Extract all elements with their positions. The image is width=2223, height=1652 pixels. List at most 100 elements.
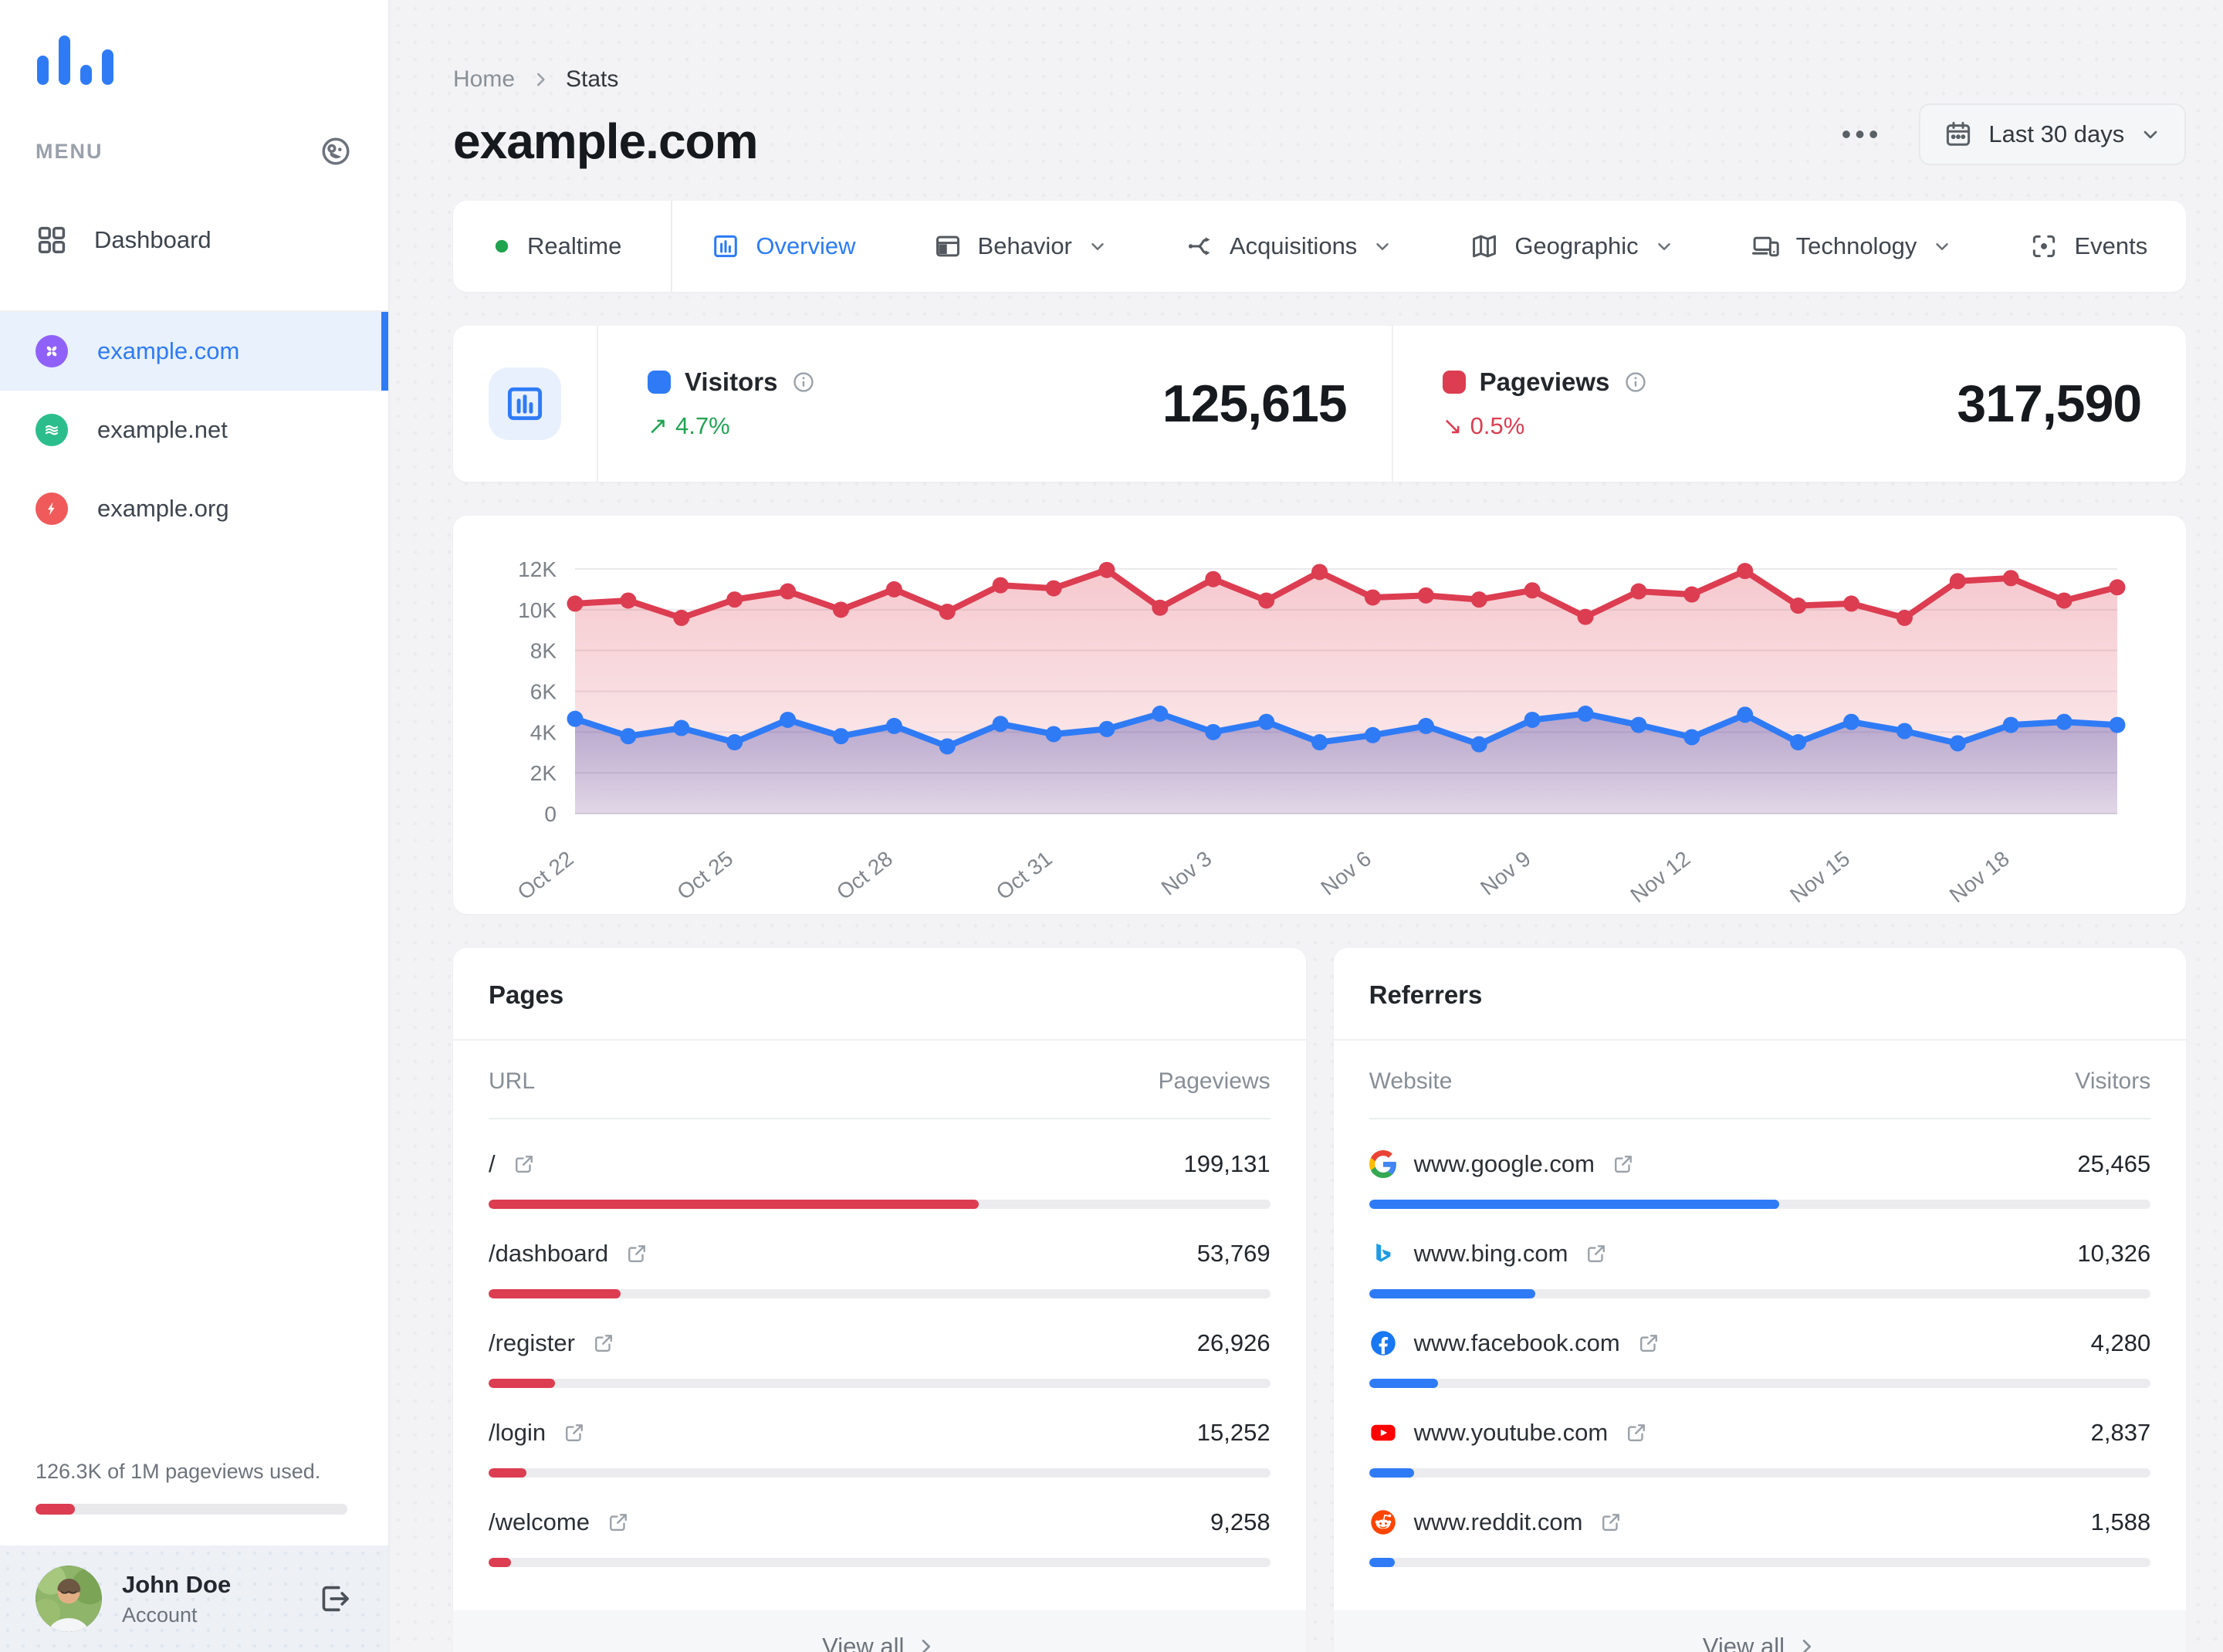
external-link-icon[interactable] xyxy=(1585,1242,1608,1265)
external-link-icon[interactable] xyxy=(592,1332,615,1355)
table-row: www.bing.com 10,326 xyxy=(1369,1209,2151,1298)
external-link-icon[interactable] xyxy=(1637,1332,1660,1355)
svg-text:Nov 18: Nov 18 xyxy=(1945,846,2014,907)
visitors-stat: Visitors ↗ 4.7% 125,615 xyxy=(598,367,1392,440)
reddit-favicon xyxy=(1369,1508,1397,1536)
usage-progressbar xyxy=(36,1504,347,1515)
pages-view-all-button[interactable]: View all xyxy=(453,1610,1306,1652)
trend-down-icon: ↘ xyxy=(1442,412,1463,439)
row-label: www.youtube.com xyxy=(1413,1419,1609,1446)
row-progressbar xyxy=(1369,1200,2151,1209)
row-label: /register xyxy=(489,1329,575,1356)
row-label: www.facebook.com xyxy=(1413,1329,1620,1356)
visitors-change: 4.7% xyxy=(675,412,730,439)
table-row: /login 15,252 xyxy=(489,1388,1271,1478)
svg-text:Nov 15: Nov 15 xyxy=(1785,846,1854,907)
sidebar-item-example.com[interactable]: example.com xyxy=(0,312,388,391)
referrers-view-all-button[interactable]: View all xyxy=(1333,1610,2187,1652)
row-label: / xyxy=(489,1150,496,1177)
info-icon[interactable] xyxy=(791,370,816,394)
usage-text: 126.3K of 1M pageviews used. xyxy=(36,1460,321,1483)
pages-card: Pages URL Pageviews / 199,131/dashboard 53… xyxy=(453,948,1306,1652)
bing-favicon xyxy=(1369,1241,1397,1267)
logout-icon[interactable] xyxy=(317,1581,353,1616)
waves-site-icon xyxy=(36,414,68,446)
external-link-icon[interactable] xyxy=(513,1153,536,1176)
pageviews-swatch xyxy=(1442,371,1466,394)
row-progressbar xyxy=(489,1289,1271,1298)
table-row: /dashboard 53,769 xyxy=(489,1209,1271,1298)
svg-text:Nov 3: Nov 3 xyxy=(1157,846,1216,899)
app-logo-icon[interactable] xyxy=(0,0,388,85)
tab-realtime[interactable]: Realtime xyxy=(453,201,673,292)
date-range-button[interactable]: Last 30 days xyxy=(1919,103,2187,165)
dot-icon xyxy=(492,236,512,256)
pages-col-pageviews: Pageviews xyxy=(1158,1068,1271,1094)
referrers-card: Referrers Website Visitors www.google.co… xyxy=(1333,948,2187,1652)
row-progressbar xyxy=(1369,1379,2151,1388)
tab-acquisitions[interactable]: Acquisitions xyxy=(1146,201,1431,292)
sidebar-item-dashboard[interactable]: Dashboard xyxy=(0,212,388,269)
youtube-favicon xyxy=(1369,1419,1397,1447)
row-progressbar xyxy=(489,1200,1271,1209)
external-link-icon[interactable] xyxy=(1625,1421,1648,1444)
sidebar-item-example.net[interactable]: example.net xyxy=(0,391,388,469)
row-value: 1,588 xyxy=(2090,1508,2151,1535)
external-link-icon[interactable] xyxy=(625,1242,648,1265)
tab-geographic[interactable]: Geographic xyxy=(1431,201,1712,292)
tab-label: Geographic xyxy=(1514,232,1639,259)
row-value: 9,258 xyxy=(1210,1508,1271,1535)
tab-label: Overview xyxy=(756,232,856,259)
row-label: www.google.com xyxy=(1413,1150,1595,1177)
info-icon[interactable] xyxy=(1623,370,1648,394)
view-all-label: View all xyxy=(1702,1633,1785,1652)
app-root: MENU Dashboard example.com example.net exa… xyxy=(0,0,2223,1652)
tab-events[interactable]: Events xyxy=(1991,201,2186,292)
tab-label: Events xyxy=(2074,232,2148,259)
more-options-button[interactable]: ••• xyxy=(1842,120,1883,148)
pages-card-title: Pages xyxy=(489,980,564,1009)
dashboard-label: Dashboard xyxy=(94,226,211,253)
pages-col-url: URL xyxy=(489,1068,536,1094)
chevron-down-icon xyxy=(2143,130,2157,139)
pageviews-stat: Pageviews ↘ 0.5% 317,590 xyxy=(1393,367,2187,440)
main-content: Home Stats example.com ••• Last 30 days xyxy=(390,0,2223,1652)
date-range-label: Last 30 days xyxy=(1988,120,2125,147)
tab-behavior[interactable]: Behavior xyxy=(895,201,1146,292)
external-link-icon[interactable] xyxy=(1599,1511,1622,1534)
tab-overview[interactable]: Overview xyxy=(672,201,894,292)
row-label: /welcome xyxy=(489,1508,590,1535)
row-value: 26,926 xyxy=(1196,1329,1271,1356)
table-row: /welcome 9,258 xyxy=(489,1478,1271,1567)
traffic-chart-card: 0 2K 4K 6K 8K 10K 12K Oct 22 Oct 25 Oct 28 Oct 31 N… xyxy=(453,516,2187,914)
tab-label: Realtime xyxy=(527,232,622,259)
table-row: /register 26,926 xyxy=(489,1298,1271,1388)
tab-technology[interactable]: Technology xyxy=(1713,201,1991,292)
svg-text:Nov 9: Nov 9 xyxy=(1476,846,1535,899)
svg-text:Oct 28: Oct 28 xyxy=(832,846,897,904)
table-row: www.reddit.com 1,588 xyxy=(1369,1478,2151,1567)
row-value: 2,837 xyxy=(2090,1419,2151,1446)
row-label: /dashboard xyxy=(489,1240,609,1267)
row-progressbar xyxy=(489,1558,1271,1567)
svg-text:4K: 4K xyxy=(530,720,557,744)
sidebar: MENU Dashboard example.com example.net exa… xyxy=(0,0,390,1652)
stats-summary-card: Visitors ↗ 4.7% 125,615 Pageviews ↘ 0.5%… xyxy=(453,326,2187,482)
avatar xyxy=(36,1566,102,1632)
window-icon xyxy=(933,232,963,261)
row-label: /login xyxy=(489,1419,546,1446)
site-list: example.com example.net example.org xyxy=(0,312,388,548)
external-link-icon[interactable] xyxy=(563,1421,586,1444)
visitors-label: Visitors xyxy=(685,367,778,396)
external-link-icon[interactable] xyxy=(607,1511,630,1534)
breadcrumb-home[interactable]: Home xyxy=(453,66,515,93)
svg-text:Nov 6: Nov 6 xyxy=(1316,846,1375,899)
traffic-chart[interactable]: 0 2K 4K 6K 8K 10K 12K Oct 22 Oct 25 Oct 28 Oct 31 N… xyxy=(475,526,2167,918)
account-section[interactable]: John Doe Account xyxy=(0,1545,388,1652)
external-link-icon[interactable] xyxy=(1612,1153,1635,1176)
chart-column-icon xyxy=(489,367,561,440)
sidebar-item-example.org[interactable]: example.org xyxy=(0,469,388,548)
chevron-down-icon xyxy=(1932,236,1952,256)
svg-text:0: 0 xyxy=(544,802,557,826)
theme-toggle-icon[interactable] xyxy=(319,134,353,168)
